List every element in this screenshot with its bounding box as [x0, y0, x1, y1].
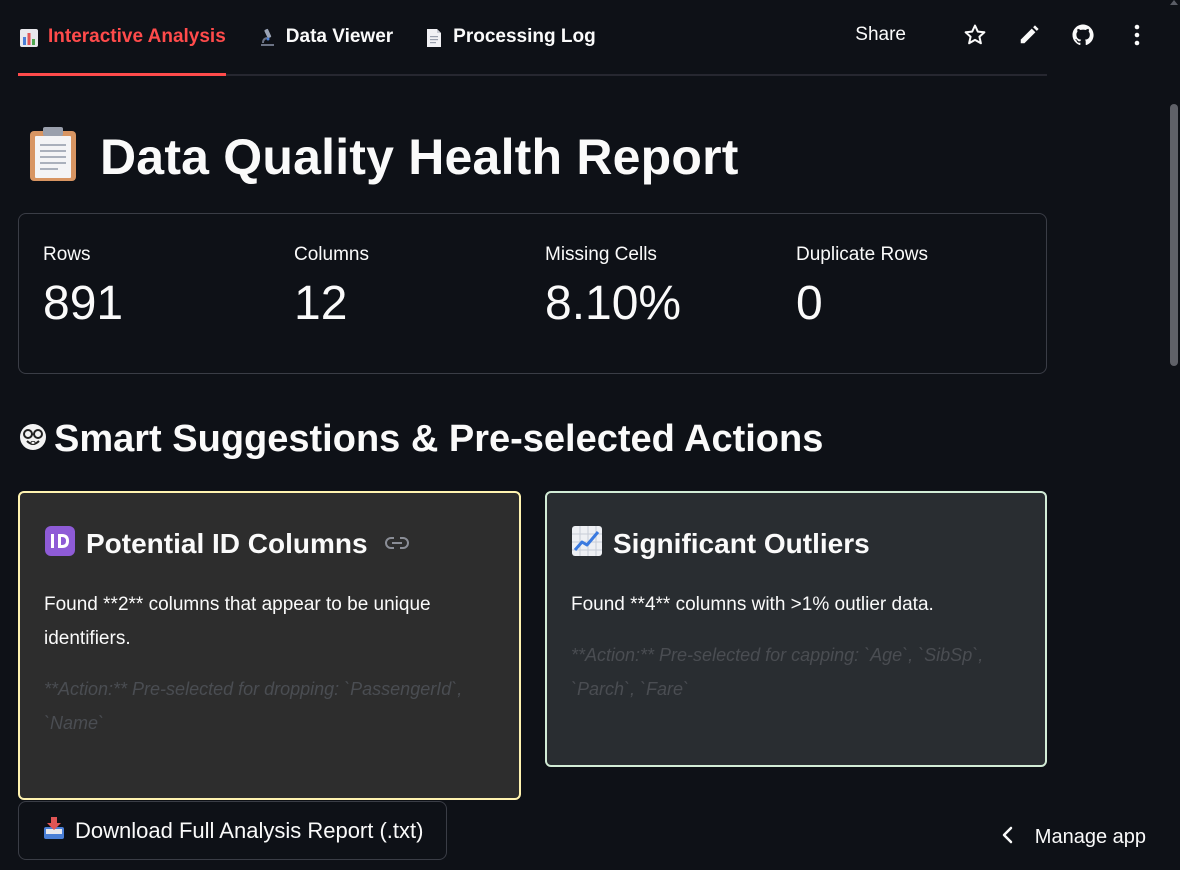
- download-button-label: Download Full Analysis Report (.txt): [75, 817, 424, 843]
- section-title: Smart Suggestions & Pre-selected Actions: [54, 418, 824, 460]
- page-title: Data Quality Health Report: [28, 126, 739, 187]
- document-icon: [423, 27, 445, 49]
- card-body-text: Found **2** columns that appear to be un…: [44, 594, 431, 649]
- tab-label: Processing Log: [453, 26, 596, 47]
- metrics-panel: Rows 891 Columns 12 Missing Cells 8.10% …: [18, 213, 1047, 374]
- streamlit-app: Interactive Analysis Data Viewer Process…: [0, 0, 1180, 870]
- significant-outliers-card: Significant Outliers Found **4** columns…: [545, 491, 1047, 767]
- metric-duplicate-rows: Duplicate Rows 0: [772, 214, 1023, 373]
- card-header: Potential ID Columns: [44, 525, 495, 562]
- header-toolbar: Share: [855, 22, 1150, 48]
- chevron-left-icon: [1001, 826, 1013, 849]
- report-title: Data Quality Health Report: [100, 128, 739, 185]
- card-header: Significant Outliers: [571, 525, 1021, 562]
- tab-label: Interactive Analysis: [48, 26, 226, 47]
- microscope-icon: [256, 27, 278, 49]
- card-body-text: Found **4** columns with >1% outlier dat…: [571, 594, 934, 615]
- metric-columns: Columns 12: [270, 214, 521, 373]
- metric-label: Missing Cells: [545, 244, 657, 265]
- download-report-button[interactable]: Download Full Analysis Report (.txt): [18, 801, 447, 860]
- pencil-icon[interactable]: [1016, 22, 1042, 48]
- metric-value: 8.10%: [545, 277, 682, 330]
- id-icon: [44, 525, 76, 562]
- metric-value: 0: [796, 277, 823, 330]
- tab-interactive-analysis[interactable]: Interactive Analysis: [18, 18, 226, 76]
- chart-increasing-icon: [571, 525, 603, 562]
- potential-id-columns-card: Potential ID Columns Found **2** columns…: [18, 491, 521, 800]
- tab-data-viewer[interactable]: Data Viewer: [256, 18, 393, 74]
- card-action-text: **Action:** Pre-selected for dropping: `…: [44, 679, 463, 733]
- share-button[interactable]: Share: [855, 24, 906, 46]
- scrollbar-thumb[interactable]: [1170, 104, 1178, 366]
- star-icon[interactable]: [962, 22, 988, 48]
- metric-label: Columns: [294, 244, 369, 265]
- scroll-up-arrow-icon[interactable]: [1170, 0, 1178, 5]
- card-title: Potential ID Columns: [86, 527, 368, 559]
- manage-app-button[interactable]: Manage app: [1001, 826, 1146, 849]
- metric-value: 12: [294, 277, 348, 330]
- metric-label: Duplicate Rows: [796, 244, 928, 265]
- link-icon[interactable]: [384, 536, 410, 555]
- tab-processing-log[interactable]: Processing Log: [423, 18, 596, 74]
- metric-label: Rows: [43, 244, 91, 265]
- manage-app-label: Manage app: [1034, 826, 1146, 848]
- bar-chart-icon: [18, 27, 40, 49]
- clipboard-icon: [28, 126, 78, 187]
- tab-label: Data Viewer: [285, 26, 394, 47]
- inbox-tray-icon: [43, 816, 65, 845]
- github-icon[interactable]: [1070, 22, 1096, 48]
- metric-value: 891: [43, 277, 124, 330]
- page-scrollbar[interactable]: [1168, 0, 1180, 870]
- more-vertical-icon[interactable]: [1124, 22, 1150, 48]
- card-title: Significant Outliers: [613, 527, 870, 559]
- card-action-text: **Action:** Pre-selected for capping: `A…: [571, 645, 984, 699]
- nerd-face-icon: [18, 422, 48, 457]
- suggestions-heading: Smart Suggestions & Pre-selected Actions: [18, 418, 823, 461]
- metric-missing-cells: Missing Cells 8.10%: [521, 214, 772, 373]
- metric-rows: Rows 891: [19, 214, 270, 373]
